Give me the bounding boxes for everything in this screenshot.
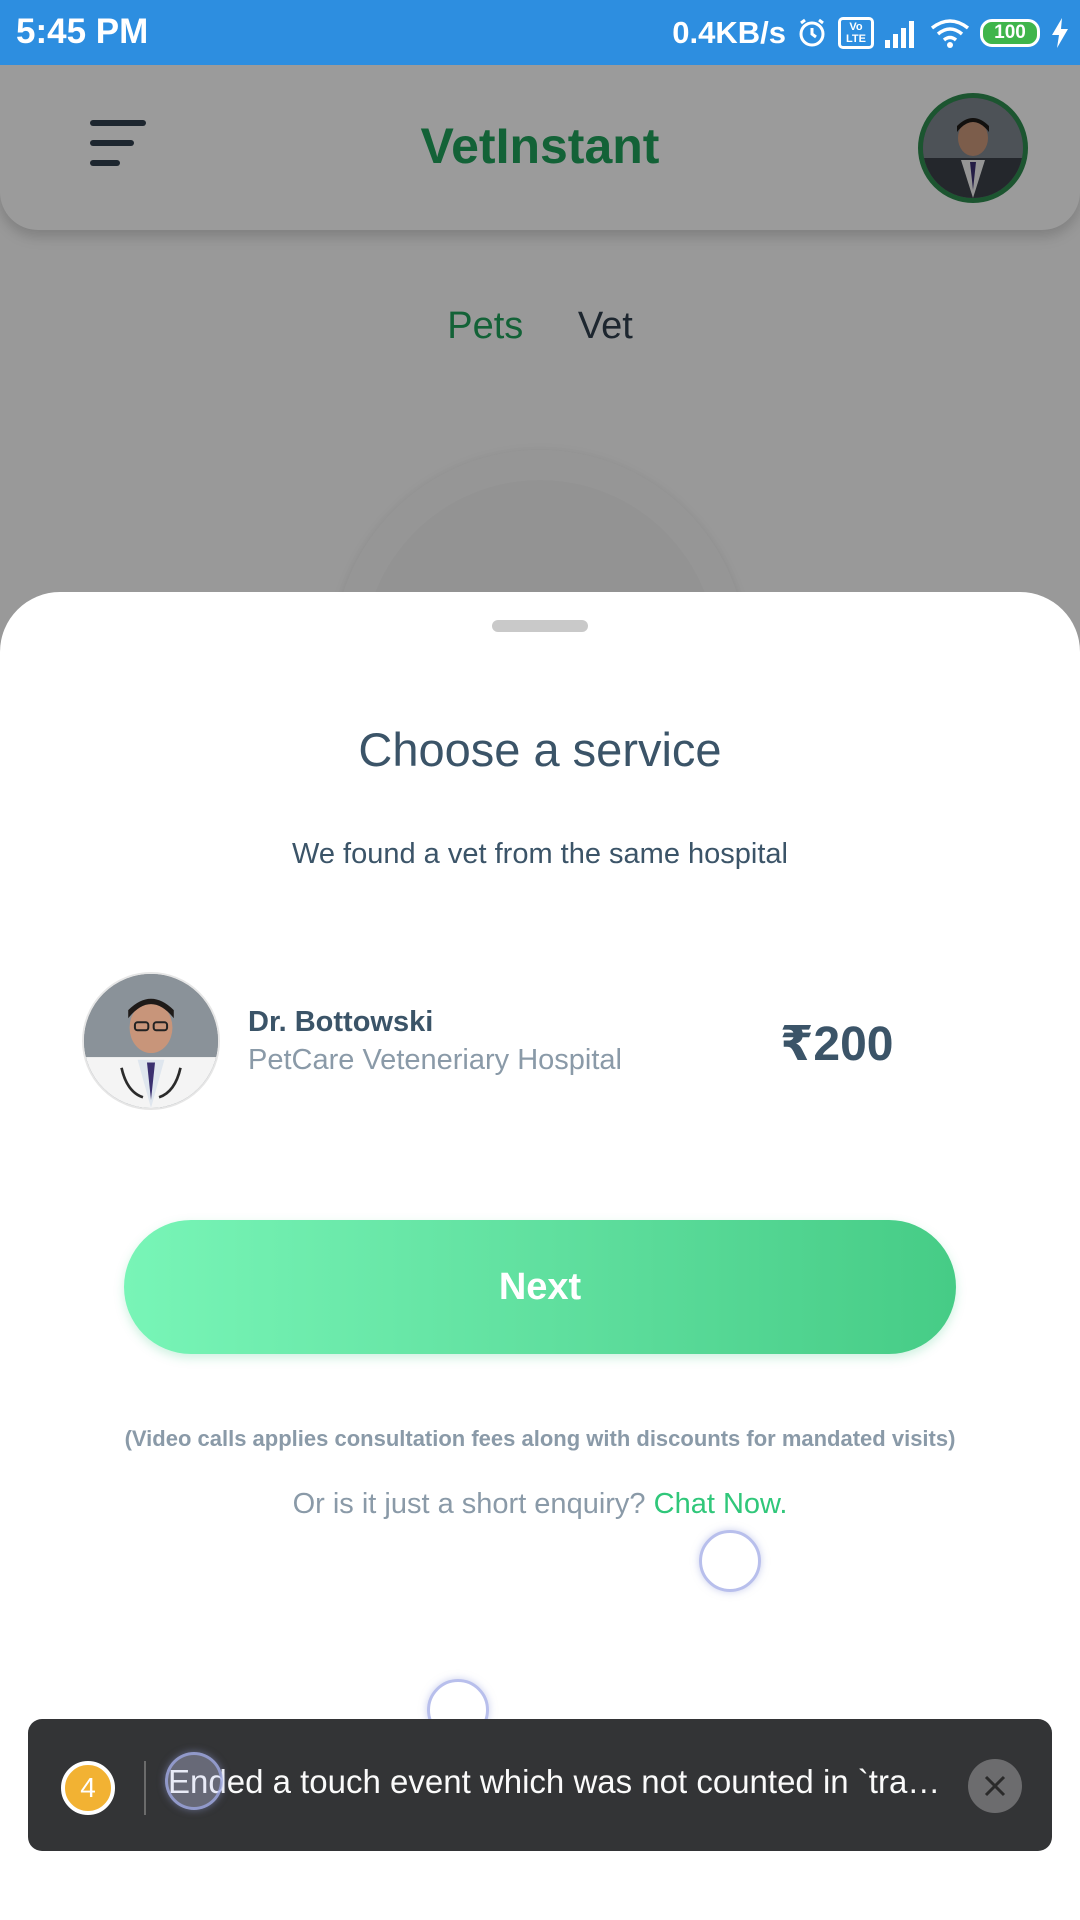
sheet-title: Choose a service: [358, 723, 722, 776]
touch-indicator: [699, 1530, 761, 1592]
status-time: 5:45 PM: [16, 12, 149, 51]
drag-handle[interactable]: [492, 620, 588, 632]
vet-avatar: [82, 972, 220, 1110]
sheet-subtitle: We found a vet from the same hospital: [292, 838, 788, 870]
battery-icon: 100: [980, 18, 1040, 47]
wifi-icon: [930, 18, 970, 48]
vet-name: Dr. Bottowski: [248, 1006, 434, 1038]
status-bar: 5:45 PM 0.4KB/s Vo LTE 100: [0, 0, 1080, 65]
toast-message: Ended a touch event which was not counte…: [168, 1763, 941, 1800]
volte-icon: Vo LTE: [838, 16, 874, 49]
vet-hospital: PetCare Veteneriary Hospital: [248, 1044, 622, 1076]
next-button[interactable]: Next: [124, 1220, 956, 1354]
alarm-icon: [796, 17, 828, 49]
consultation-fee-note: (Video calls applies consultation fees a…: [124, 1426, 956, 1451]
enquiry-text: Or is it just a short enquiry?: [292, 1488, 646, 1520]
toast-divider: [144, 1761, 146, 1815]
status-icons: 0.4KB/s Vo LTE 100: [672, 10, 1070, 55]
network-speed: 0.4KB/s: [672, 14, 786, 50]
touch-indicator: [165, 1752, 223, 1810]
chat-now-link[interactable]: Chat Now.: [654, 1488, 788, 1520]
signal-icon: [884, 18, 920, 48]
doctor-photo-icon: [84, 974, 218, 1108]
enquiry-line: Or is it just a short enquiry? Chat Now.: [0, 1488, 1080, 1521]
consultation-price: ₹200: [780, 1018, 894, 1071]
toast-count-badge: 4: [61, 1761, 115, 1815]
close-icon[interactable]: [968, 1759, 1022, 1813]
charging-icon: [1050, 17, 1070, 48]
